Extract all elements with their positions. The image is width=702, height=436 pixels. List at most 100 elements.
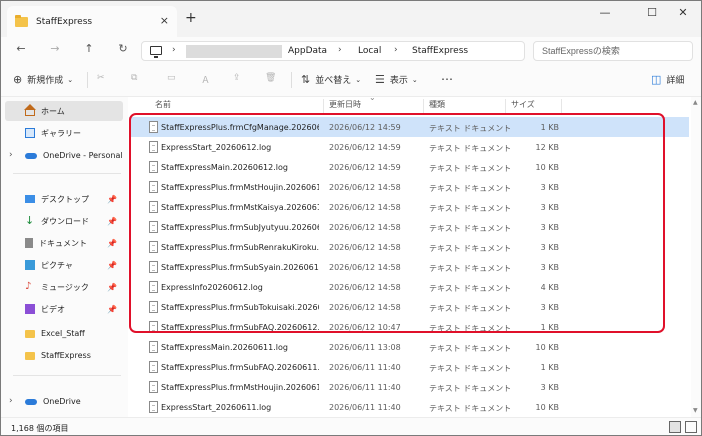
sidebar-item-home[interactable]: ホーム xyxy=(5,101,123,121)
cloud-icon xyxy=(25,153,37,159)
pin-icon[interactable]: 📌 xyxy=(107,283,117,292)
divider[interactable] xyxy=(323,99,324,113)
breadcrumb-local[interactable]: Local xyxy=(358,46,381,56)
paste-icon[interactable]: ▭ xyxy=(167,73,176,83)
view-button[interactable]: ☰ 表示 ⌄ xyxy=(375,73,418,86)
rename-icon[interactable]: Ａ xyxy=(201,73,210,86)
file-name: ExpressStart_20260611.log xyxy=(161,403,272,412)
back-arrow-icon[interactable]: ← xyxy=(13,42,29,55)
file-size: 1 KB xyxy=(540,323,559,332)
chevron-right-icon[interactable]: › xyxy=(394,45,398,55)
text-file-icon xyxy=(149,401,158,413)
file-row[interactable]: StaffExpressMain.20260612.log 2026/06/12 … xyxy=(129,157,689,177)
scroll-down-icon[interactable]: ▼ xyxy=(693,407,698,414)
chevron-right-icon[interactable]: › xyxy=(9,396,13,406)
file-row[interactable]: StaffExpressPlus.frmCfgManage.20260612..… xyxy=(129,117,689,137)
text-file-icon xyxy=(149,261,158,273)
sidebar-item-pictures[interactable]: ピクチャ 📌 xyxy=(5,255,123,275)
file-row[interactable]: StaffExpressPlus.frmMstKaisya.20260612.l… xyxy=(129,197,689,217)
file-row[interactable]: StaffExpressPlus.frmSubRenrakuKiroku.20.… xyxy=(129,237,689,257)
column-header-size[interactable]: サイズ xyxy=(511,97,535,113)
new-tab-button[interactable]: + xyxy=(185,10,197,26)
file-row[interactable]: StaffExpressPlus.frmMstHoujin.20260612..… xyxy=(129,177,689,197)
address-bar[interactable]: › AppData › Local › StaffExpress xyxy=(141,41,525,61)
file-type: テキスト ドキュメント xyxy=(429,224,512,233)
download-icon: ↓ xyxy=(25,214,35,227)
file-size: 3 KB xyxy=(540,243,559,252)
sidebar-item-downloads[interactable]: ↓ ダウンロード 📌 xyxy=(5,211,123,231)
pin-icon[interactable]: 📌 xyxy=(107,239,117,248)
file-row[interactable]: StaffExpressPlus.frmSubSyain.20260612.lo… xyxy=(129,257,689,277)
file-type: テキスト ドキュメント xyxy=(429,244,512,253)
breadcrumb-staffexpress[interactable]: StaffExpress xyxy=(412,46,468,56)
sidebar-item-onedrive[interactable]: › OneDrive xyxy=(5,391,123,411)
column-header-name[interactable]: 名前 xyxy=(155,97,171,113)
sidebar-item-staffexpress[interactable]: StaffExpress xyxy=(5,345,123,365)
close-tab-icon[interactable]: × xyxy=(160,14,169,27)
sidebar-item-excel-staff[interactable]: Excel_Staff xyxy=(5,323,123,343)
file-row[interactable]: StaffExpressMain.20260611.log 2026/06/11 … xyxy=(129,337,689,357)
file-row[interactable]: StaffExpressPlus.frmSubFAQ.20260612.log 2… xyxy=(129,317,689,337)
sidebar-item-desktop[interactable]: デスクトップ 📌 xyxy=(5,189,123,209)
file-row[interactable]: ExpressStart_20260612.log 2026/06/12 14:5… xyxy=(129,137,689,157)
chevron-right-icon[interactable]: › xyxy=(172,45,176,55)
file-size: 10 KB xyxy=(535,403,559,412)
pin-icon[interactable]: 📌 xyxy=(107,305,117,314)
chevron-down-icon: ⌄ xyxy=(355,75,362,84)
search-input[interactable] xyxy=(533,41,693,61)
pin-icon[interactable]: 📌 xyxy=(107,261,117,270)
tiles-view-icon[interactable] xyxy=(685,421,697,433)
share-icon[interactable]: ⇪ xyxy=(233,73,241,83)
chevron-right-icon[interactable]: › xyxy=(9,150,13,160)
file-name: StaffExpressPlus.frmSubFAQ.20260611.log xyxy=(161,363,319,372)
sidebar-item-gallery[interactable]: ギャラリー xyxy=(5,123,123,143)
details-button[interactable]: ◫ 詳細 xyxy=(651,73,684,86)
pin-icon[interactable]: 📌 xyxy=(107,195,117,204)
divider[interactable] xyxy=(505,99,506,113)
file-row[interactable]: StaffExpressPlus.frmSubTokuisaki.202606.… xyxy=(129,297,689,317)
chevron-down-icon: ⌄ xyxy=(67,75,74,84)
column-header-date[interactable]: 更新日時 xyxy=(329,97,361,113)
file-row[interactable]: ExpressStart_20260611.log 2026/06/11 11:4… xyxy=(129,397,689,417)
text-file-icon xyxy=(149,321,158,333)
divider[interactable] xyxy=(423,99,424,113)
minimize-button[interactable]: — xyxy=(595,6,615,19)
close-window-button[interactable]: ✕ xyxy=(673,6,693,19)
tab-staffexpress[interactable]: StaffExpress × xyxy=(7,6,177,37)
details-pane-icon: ◫ xyxy=(651,73,662,86)
cloud-icon xyxy=(25,399,37,405)
sidebar-item-onedrive-personal[interactable]: › OneDrive - Personal xyxy=(5,145,123,165)
file-name: StaffExpressPlus.frmSubFAQ.20260612.log xyxy=(161,323,319,332)
text-file-icon xyxy=(149,201,158,213)
new-button[interactable]: ⊕ 新規作成 ⌄ xyxy=(13,73,73,86)
file-row[interactable]: StaffExpressPlus.frmMstHoujin.20260611..… xyxy=(129,377,689,397)
scroll-up-icon[interactable]: ▲ xyxy=(693,99,698,106)
refresh-icon[interactable]: ↻ xyxy=(115,42,131,55)
file-date: 2026/06/11 11:40 xyxy=(329,363,401,372)
delete-icon[interactable]: 🗑 xyxy=(265,73,276,83)
maximize-button[interactable]: ☐ xyxy=(642,6,662,19)
pin-icon[interactable]: 📌 xyxy=(107,217,117,226)
file-date: 2026/06/12 14:59 xyxy=(329,143,401,152)
divider[interactable] xyxy=(561,99,562,113)
file-row[interactable]: StaffExpressPlus.frmSubJyutyuu.20260612.… xyxy=(129,217,689,237)
cut-icon[interactable]: ✂ xyxy=(97,73,105,83)
forward-arrow-icon[interactable]: → xyxy=(47,42,63,55)
more-options-button[interactable]: … xyxy=(441,69,453,83)
sort-button[interactable]: ⇅ 並べ替え ⌄ xyxy=(301,73,361,86)
copy-icon[interactable]: ⧉ xyxy=(131,73,137,83)
sidebar-item-documents[interactable]: ドキュメント 📌 xyxy=(5,233,123,253)
column-header-type[interactable]: 種類 xyxy=(429,97,445,113)
sidebar-item-videos[interactable]: ビデオ 📌 xyxy=(5,299,123,319)
up-arrow-icon[interactable]: ↑ xyxy=(81,42,97,55)
details-view-icon[interactable] xyxy=(669,421,681,433)
vertical-scrollbar[interactable]: ▲ ▼ xyxy=(691,97,701,417)
file-row[interactable]: StaffExpressPlus.frmSubFAQ.20260611.log 2… xyxy=(129,357,689,377)
file-row[interactable]: ExpressInfo20260612.log 2026/06/12 14:58 テ… xyxy=(129,277,689,297)
file-name: StaffExpressPlus.frmMstHoujin.20260612..… xyxy=(161,183,319,192)
file-date: 2026/06/11 11:40 xyxy=(329,383,401,392)
chevron-right-icon[interactable]: › xyxy=(338,45,342,55)
sidebar-item-music[interactable]: ♪ ミュージック 📌 xyxy=(5,277,123,297)
breadcrumb-appdata[interactable]: AppData xyxy=(288,46,327,56)
text-file-icon xyxy=(149,361,158,373)
